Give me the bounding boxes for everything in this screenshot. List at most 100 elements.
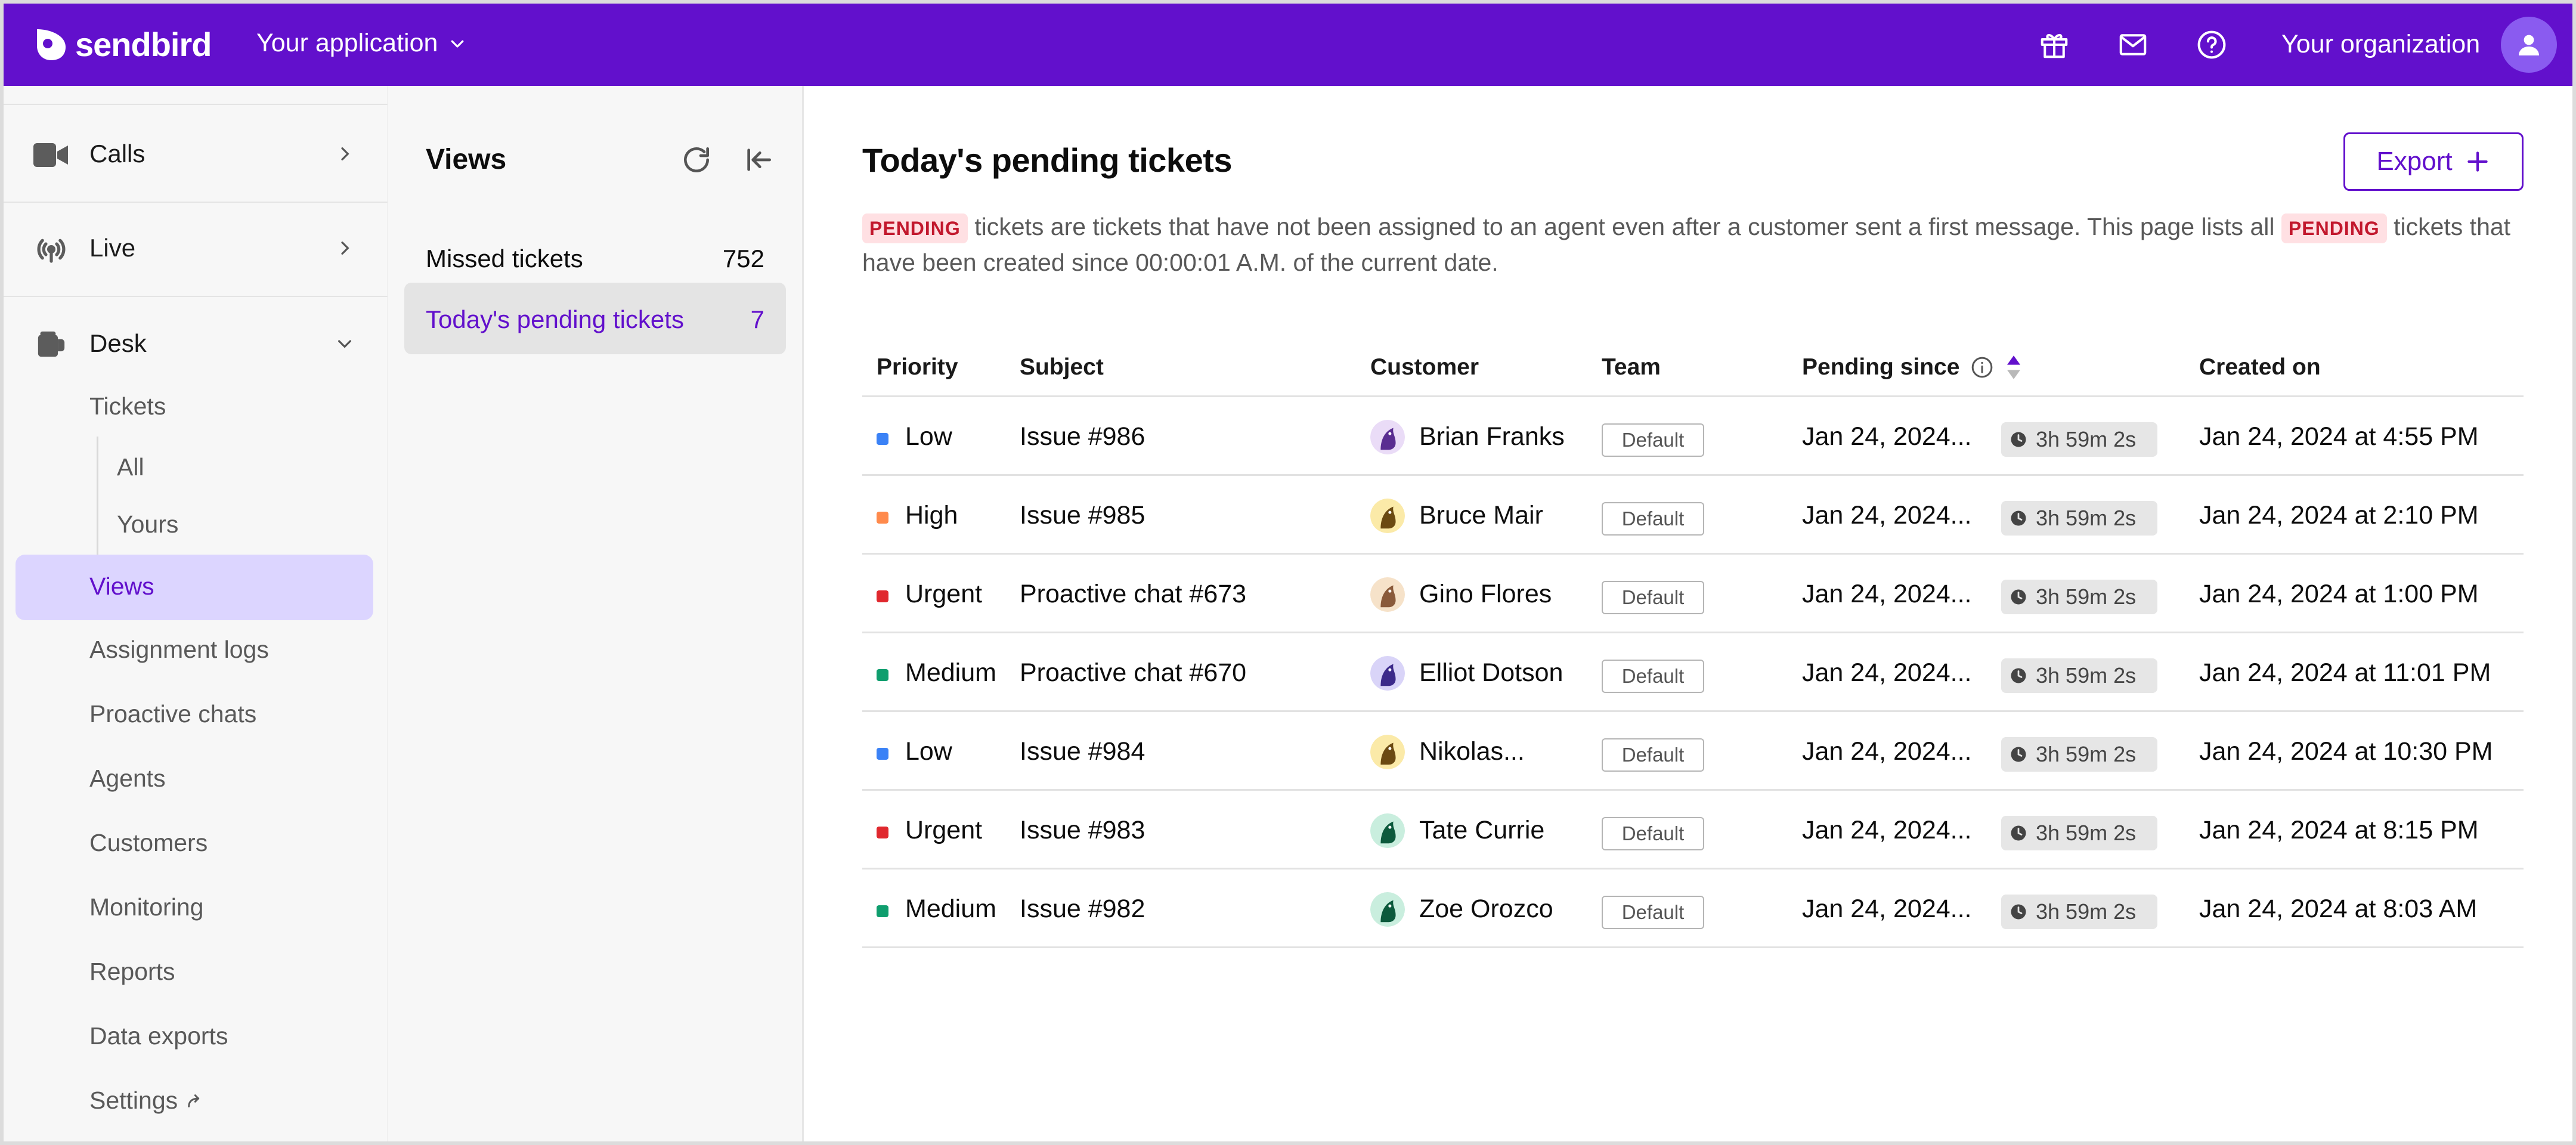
ticket-subject: Issue #986: [1020, 422, 1145, 451]
pending-status-badge: PENDING: [862, 213, 968, 244]
sidebar-item-data-exports[interactable]: Data exports: [89, 1022, 228, 1050]
user-avatar[interactable]: [2501, 17, 2557, 73]
priority-label: High: [905, 501, 958, 530]
clock-icon: [2011, 904, 2026, 920]
ticket-subject: Issue #984: [1020, 737, 1145, 766]
team-badge: Default: [1602, 423, 1704, 457]
pending-timer-value: 3h 59m 2s: [2036, 663, 2137, 688]
column-header-pending-since[interactable]: Pending since: [1802, 354, 2023, 380]
table-row[interactable]: Urgent Proactive chat #673 Gino Flores Defa…: [862, 555, 2524, 633]
priority-dot: [877, 590, 888, 602]
table-row[interactable]: High Issue #985 Bruce Mair Default Jan 24, 2…: [862, 476, 2524, 555]
desk-icon: [38, 331, 65, 357]
gift-icon[interactable]: [2037, 27, 2072, 62]
video-camera-icon: [33, 143, 68, 167]
application-selector-label: Your application: [256, 29, 438, 57]
sendbird-logo[interactable]: sendbird: [32, 25, 212, 64]
pending-timer: 3h 59m 2s: [2001, 737, 2157, 772]
sidebar-item-live[interactable]: Live: [4, 218, 388, 278]
sidebar-item-agents[interactable]: Agents: [89, 765, 166, 793]
sidebar-item-desk[interactable]: Desk: [4, 314, 388, 373]
top-navigation-bar: sendbird Your application Your organizat…: [4, 4, 2572, 86]
clock-icon: [2011, 747, 2026, 762]
priority-dot: [877, 433, 888, 445]
table-row[interactable]: Low Issue #986 Brian Franks Default Jan 24, …: [862, 397, 2524, 476]
sidebar-item-calls[interactable]: Calls: [4, 124, 388, 184]
priority-label: Low: [905, 422, 952, 451]
team-badge: Default: [1602, 817, 1704, 850]
table-row[interactable]: Medium Issue #982 Zoe Orozco Default Jan 24,…: [862, 869, 2524, 948]
created-on-date: Jan 24, 2024 at 10:30 PM: [2199, 737, 2493, 766]
ticket-subject: Issue #982: [1020, 895, 1145, 923]
created-on-date: Jan 24, 2024 at 8:03 AM: [2199, 895, 2478, 923]
customer-name: Zoe Orozco: [1419, 895, 1553, 923]
pending-since-date: Jan 24, 2024...: [1802, 422, 1972, 451]
ticket-subject: Issue #983: [1020, 816, 1145, 844]
customer-avatar: [1370, 420, 1405, 454]
sidebar-item-assignment-logs[interactable]: Assignment logs: [89, 636, 269, 664]
priority-dot: [877, 905, 888, 917]
export-button[interactable]: Export: [2343, 132, 2524, 191]
customer-avatar: [1370, 735, 1405, 769]
refresh-icon[interactable]: [680, 143, 713, 177]
collapse-panel-icon[interactable]: [742, 143, 775, 177]
mail-icon[interactable]: [2116, 27, 2150, 62]
column-header-customer[interactable]: Customer: [1370, 354, 1479, 380]
sort-icon[interactable]: [2005, 354, 2023, 380]
sidebar-item-label: Desk: [89, 329, 147, 357]
pending-since-date: Jan 24, 2024...: [1802, 580, 1972, 608]
priority-label: Urgent: [905, 816, 983, 844]
customer-avatar: [1370, 499, 1405, 533]
column-header-created-on[interactable]: Created on: [2199, 354, 2321, 380]
sidebar-item-all[interactable]: All: [117, 453, 144, 481]
sidebar-item-tickets[interactable]: Tickets: [89, 392, 166, 420]
application-selector[interactable]: Your application: [256, 29, 466, 58]
ticket-subject: Proactive chat #673: [1020, 580, 1247, 608]
clock-icon: [2011, 432, 2026, 447]
table-header: Priority Subject Customer Team Pending s…: [862, 332, 2524, 397]
pending-timer-value: 3h 59m 2s: [2036, 821, 2137, 845]
column-header-priority[interactable]: Priority: [877, 354, 958, 380]
help-icon[interactable]: [2194, 27, 2229, 62]
column-header-subject[interactable]: Subject: [1020, 354, 1104, 380]
pending-since-date: Jan 24, 2024...: [1802, 658, 1972, 687]
clock-icon: [2011, 668, 2026, 683]
table-row[interactable]: Medium Proactive chat #670 Elliot Dotson De…: [862, 633, 2524, 712]
priority-dot: [877, 669, 888, 681]
pending-timer-value: 3h 59m 2s: [2036, 427, 2137, 451]
pending-since-date: Jan 24, 2024...: [1802, 816, 1972, 844]
sidebar-item-label: Calls: [89, 140, 145, 168]
pending-status-badge: PENDING: [2281, 213, 2387, 244]
sidebar-item-monitoring[interactable]: Monitoring: [89, 893, 203, 921]
divider: [4, 202, 388, 203]
priority-label: Low: [905, 737, 952, 766]
customer-name: Nikolas...: [1419, 737, 1525, 766]
pending-timer: 3h 59m 2s: [2001, 580, 2157, 614]
page-description: PENDING tickets are tickets that have no…: [862, 209, 2532, 280]
brand-name: sendbird: [75, 26, 212, 63]
sidebar-item-yours[interactable]: Yours: [117, 510, 178, 539]
table-row[interactable]: Low Issue #984 Nikolas... Default Jan 24, 20…: [862, 712, 2524, 791]
priority-label: Medium: [905, 658, 996, 687]
pending-timer: 3h 59m 2s: [2001, 501, 2157, 536]
chevron-right-icon: [341, 147, 349, 160]
sidebar-item-reports[interactable]: Reports: [89, 958, 175, 986]
pending-timer: 3h 59m 2s: [2001, 422, 2157, 457]
tree-line: [97, 437, 98, 556]
views-panel: Views Missed tickets 752 Today's pending…: [388, 86, 804, 1141]
customer-name: Elliot Dotson: [1419, 658, 1563, 687]
plus-icon: [2467, 151, 2488, 172]
sidebar-item-settings[interactable]: Settings: [89, 1087, 204, 1115]
info-icon[interactable]: [1970, 355, 1994, 379]
column-header-team[interactable]: Team: [1602, 354, 1661, 380]
view-item-label: Missed tickets: [426, 245, 583, 273]
table-row[interactable]: Urgent Issue #983 Tate Currie Default Jan 24…: [862, 791, 2524, 869]
pending-since-date: Jan 24, 2024...: [1802, 895, 1972, 923]
sidebar-item-views[interactable]: Views: [89, 572, 154, 601]
sidebar-item-proactive-chats[interactable]: Proactive chats: [89, 700, 256, 728]
organization-name[interactable]: Your organization: [2281, 30, 2480, 59]
sidebar-item-customers[interactable]: Customers: [89, 829, 208, 857]
team-badge: Default: [1602, 738, 1704, 772]
created-on-date: Jan 24, 2024 at 2:10 PM: [2199, 501, 2479, 530]
view-item-todays-pending-tickets[interactable]: Today's pending tickets 7: [404, 283, 786, 354]
